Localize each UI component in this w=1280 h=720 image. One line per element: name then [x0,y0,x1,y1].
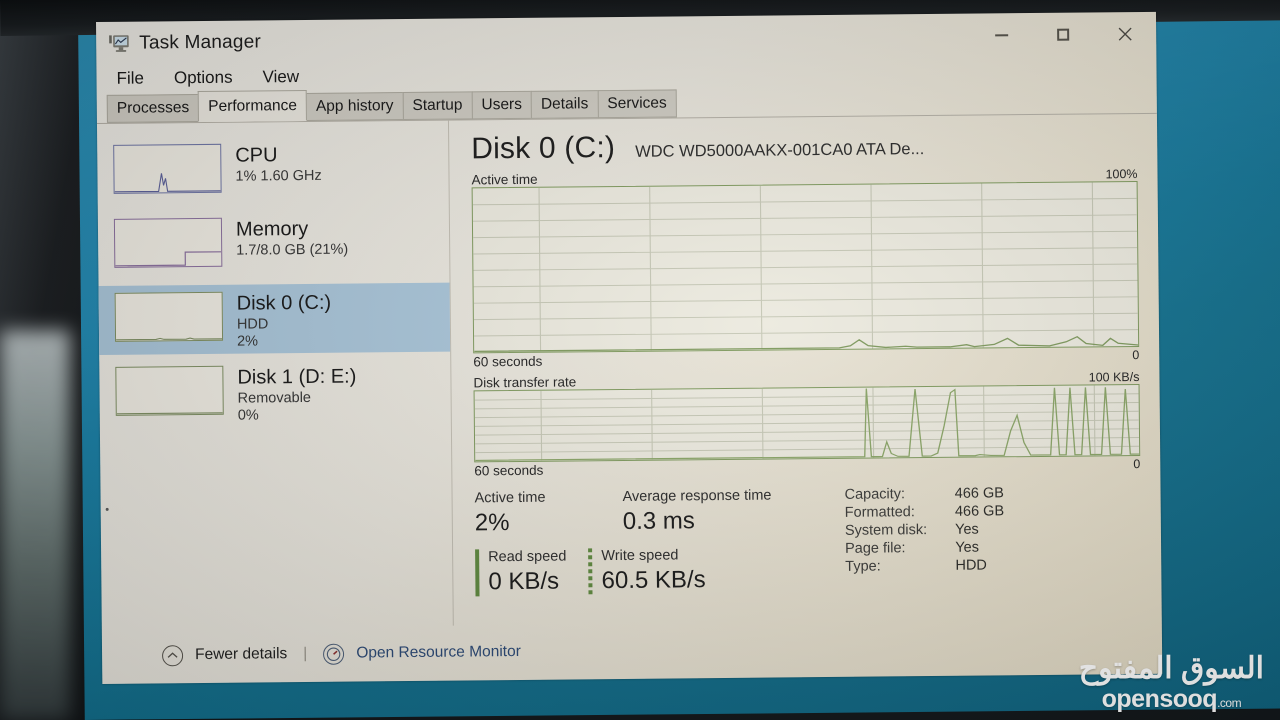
tab-startup[interactable]: Startup [402,91,473,121]
watermark-brand: opensooq.com [1079,687,1264,712]
memory-name: Memory [235,217,309,241]
open-resource-monitor-link[interactable]: Open Resource Monitor [356,643,521,663]
performance-body: CPU 1% 1.60 GHz Memory 1.7/8.0 GB (21%) [96,114,1162,629]
task-manager-window: Task Manager File Options View Processes… [96,11,1163,684]
cpu-usage: 1% 1.60 GHz [235,167,322,185]
close-button[interactable] [1094,12,1156,57]
disk-speeds: Read speed 0 KB/s Write speed 60.5 KB/s [475,546,819,597]
footer-separator: | [303,645,308,663]
fewer-details-button[interactable]: Fewer details [195,645,287,664]
memory-text: Memory 1.7/8.0 GB (21%) [236,217,348,260]
opensooq-watermark: السوق المفتوح opensooq.com [1079,654,1264,712]
sidebar-scroll-dot [105,507,109,511]
info-page-file-label: Page file: [845,540,906,557]
sidebar-item-disk-1[interactable]: Disk 1 (D: E:) Removable 0% [99,357,451,511]
stat-write-speed-label: Write speed [601,547,679,565]
watermark-tld: .com [1217,696,1242,710]
disk0-name: Disk 0 (C:) [236,291,332,315]
chevron-up-icon[interactable] [161,644,184,666]
info-capacity-label: Capacity: [844,486,906,503]
disk-detail-panel: Disk 0 (C:) WDC WD5000AAKX-001CA0 ATA De… [449,114,1162,626]
page-title: Disk 0 (C:) [471,131,616,166]
transfer-rate-duration: 60 seconds [474,462,544,479]
stat-avg-response-time: Average response time 0.3 ms [623,487,819,536]
active-time-graph [471,181,1140,354]
active-time-duration: 60 seconds [473,353,543,370]
disk-transfer-rate-graph [473,383,1141,463]
stat-active-time-value: 2% [474,509,510,537]
sidebar-item-disk-0[interactable]: Disk 0 (C:) HDD 2% [98,282,451,355]
disk1-usage: 0% [237,407,259,424]
disk-info-grid: Capacity: 466 GB Formatted: 466 GB Syste… [844,485,1004,593]
stat-avg-response-label: Average response time [622,487,772,505]
tab-details[interactable]: Details [530,89,599,119]
active-time-graph-label: Active time [471,171,538,188]
background-room-blur [0,330,70,720]
window-footer: Fewer details | Open Resource Monitor [102,618,1162,684]
tab-services[interactable]: Services [597,89,677,119]
active-time-graph-min: 0 [1132,348,1140,363]
stat-read-speed: Read speed 0 KB/s [475,549,567,597]
task-manager-icon [108,34,130,53]
memory-usage: 1.7/8.0 GB (21%) [236,241,349,259]
watermark-brand-text: opensooq [1101,685,1218,713]
info-formatted-label: Formatted: [844,504,915,521]
info-system-disk-value: Yes [955,521,979,538]
disk-header: Disk 0 (C:) WDC WD5000AAKX-001CA0 ATA De… [471,126,1137,166]
tab-users[interactable]: Users [471,90,533,120]
cpu-text: CPU 1% 1.60 GHz [235,143,322,186]
stat-active-time-label: Active time [474,489,546,507]
transfer-rate-graph-max: 100 KB/s [1088,370,1140,385]
menu-item-options[interactable]: Options [172,67,235,90]
tab-processes[interactable]: Processes [106,93,200,123]
memory-mini-graph [113,217,223,268]
write-speed-marker-icon [588,548,593,596]
maximize-button[interactable] [1032,12,1094,57]
disk-model-label: WDC WD5000AAKX-001CA0 ATA De... [635,140,925,161]
sidebar-item-cpu[interactable]: CPU 1% 1.60 GHz [97,135,449,207]
watermark-arabic: السوق المفتوح [1078,652,1264,685]
info-formatted-value: 466 GB [954,503,1005,520]
stat-read-speed-label: Read speed [488,548,567,566]
resource-monitor-icon[interactable] [323,643,345,665]
transfer-rate-graph-min: 0 [1133,456,1141,472]
disk0-usage: 2% [236,333,259,350]
stat-read-speed-value: 0 KB/s [488,567,560,596]
disk1-type: Removable [237,389,312,407]
menu-item-view[interactable]: View [260,66,301,88]
info-page-file-value: Yes [955,539,980,556]
info-type-value: HDD [955,557,987,574]
info-system-disk-label: System disk: [844,522,928,539]
window-title: Task Manager [139,31,262,54]
minimize-button[interactable] [970,13,1032,58]
stat-write-speed: Write speed 60.5 KB/s [588,547,706,596]
read-speed-marker-icon [475,549,480,597]
disk1-text: Disk 1 (D: E:) Removable 0% [237,365,356,425]
stat-avg-response-value: 0.3 ms [622,507,695,535]
tab-performance[interactable]: Performance [198,89,308,123]
disk0-type: HDD [236,315,269,333]
cpu-name: CPU [235,144,278,167]
disk0-mini-graph [114,291,224,342]
transfer-rate-graph-label: Disk transfer rate [473,374,577,391]
monitor-photo: Task Manager File Options View Processes… [0,0,1280,720]
info-type-label: Type: [845,558,881,575]
disk-stats-left: Active time 2% Average response time 0.3… [475,487,820,597]
active-time-graph-max: 100% [1105,167,1138,182]
stat-active-time: Active time 2% [475,489,623,537]
info-capacity-value: 466 GB [954,485,1005,502]
cpu-mini-graph [113,143,222,194]
window-controls [970,12,1156,58]
sidebar-item-memory[interactable]: Memory 1.7/8.0 GB (21%) [98,209,450,281]
stat-write-speed-value: 60.5 KB/s [601,566,706,595]
tab-app-history[interactable]: App history [305,91,404,121]
disk0-text: Disk 0 (C:) HDD 2% [237,291,332,351]
disk1-name: Disk 1 (D: E:) [237,365,357,389]
disk-stats: Active time 2% Average response time 0.3… [475,484,1142,597]
menu-item-file[interactable]: File [114,68,146,90]
resource-sidebar: CPU 1% 1.60 GHz Memory 1.7/8.0 GB (21%) [96,120,454,629]
disk1-mini-graph [115,365,224,416]
